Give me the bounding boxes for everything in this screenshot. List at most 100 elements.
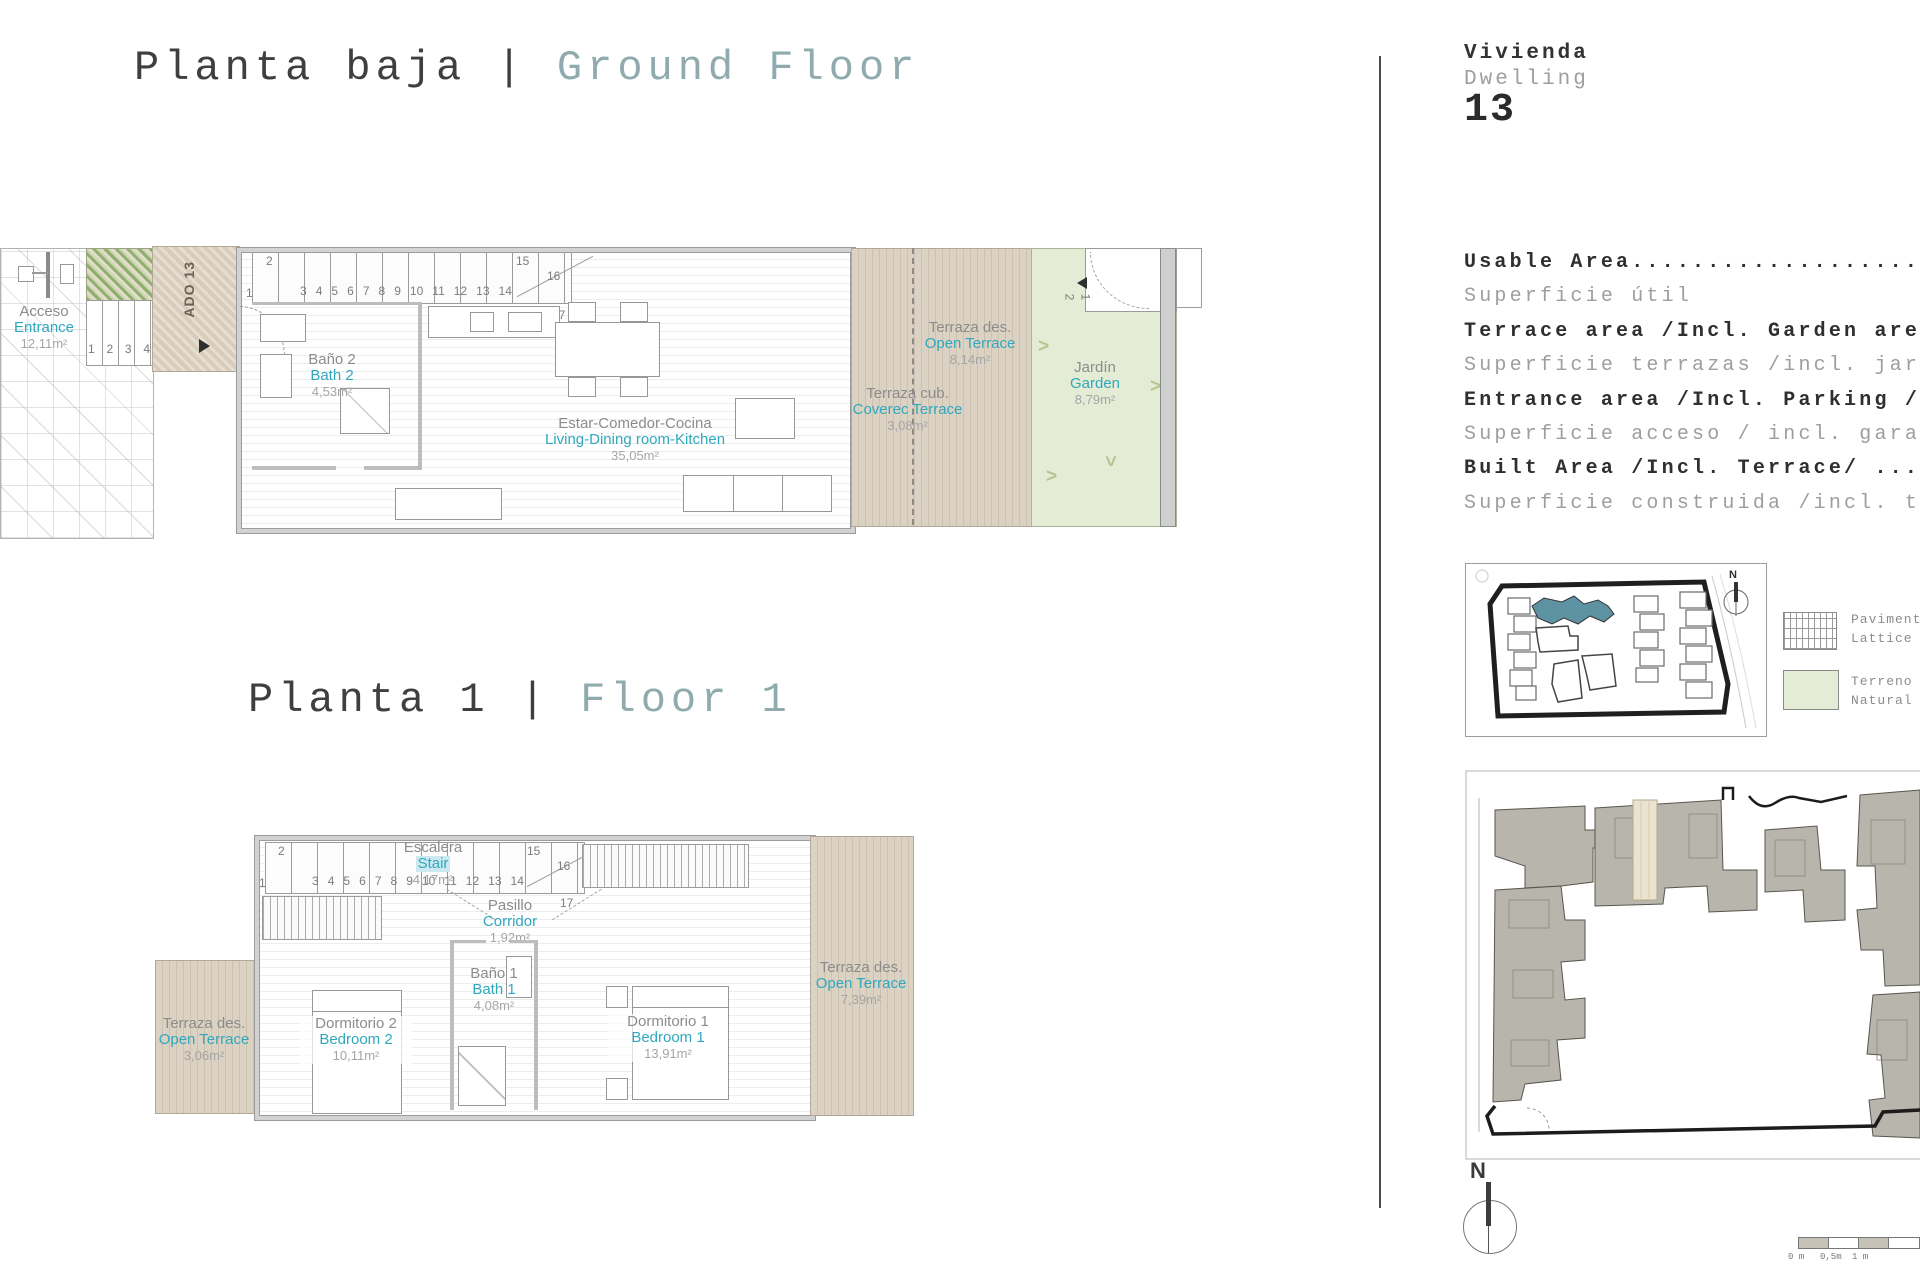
dwelling-number: 13 (1464, 88, 1517, 133)
living-en: Living-Dining room-Kitchen (544, 431, 726, 448)
label-bath2: Baño 2 Bath 2 4,53m² (272, 352, 392, 400)
label-acceso: Acceso Entrance 12,11m² (2, 304, 86, 352)
dorm2-en: Bedroom 2 (319, 1031, 393, 1048)
dining-chair (568, 302, 596, 322)
wardrobe-bedroom1 (582, 844, 749, 888)
boundary-wall (1160, 248, 1176, 527)
bath1-area: 4,08m² (473, 998, 515, 1013)
dorm2-area: 10,11m² (332, 1048, 380, 1063)
label-corridor: Pasillo Corridor 1,92m² (460, 898, 560, 946)
garden-step-arrow-icon (1077, 277, 1087, 289)
acceso-es: Acceso (19, 303, 69, 320)
area-row-en: Entrance area /Incl. Parking /.......... (1464, 388, 1920, 412)
title-floor1-es: Planta 1 (248, 676, 490, 724)
dwelling-label-es: Vivienda (1464, 42, 1589, 65)
neighbor-fragment (1176, 248, 1202, 308)
dorm1-es: Dormitorio 1 (627, 1013, 709, 1030)
sideboard (395, 488, 502, 520)
stair-num-2: 2 (266, 254, 273, 268)
dorm2-es: Dormitorio 2 (315, 1015, 397, 1032)
scale-label-1: 1 m (1852, 1252, 1869, 1262)
highlighted-building (1531, 595, 1615, 625)
garden-arrow-icon: > (1038, 336, 1050, 357)
bath2-washbasin (260, 314, 306, 342)
dining-chair (620, 377, 648, 397)
area-row-en: Built Area /Incl. Terrace/ ............. (1464, 457, 1920, 481)
acceso-en: Entrance (13, 319, 75, 336)
area-row: Built Area /Incl. Terrace/ .............… (1464, 452, 1920, 521)
label-terrace-left: Terraza des. Open Terrace 3,06m² (150, 1016, 258, 1064)
escalera-es: Escalera (403, 839, 463, 856)
terrace-right-en: Open Terrace (815, 975, 907, 992)
bath2-area: 4,53m² (311, 384, 353, 399)
bath1-wall-top-a (450, 940, 486, 943)
scale-label-0: 0 m (1788, 1252, 1805, 1262)
title-floor1-en: Floor 1 (580, 676, 792, 724)
bath2-wall-bottom-b (364, 466, 422, 470)
dorm1-area: 13,91m² (644, 1046, 692, 1061)
dorm1-en: Bedroom 1 (631, 1029, 705, 1046)
legend-lattice-text: Pavimento Lattice (1851, 610, 1920, 648)
area-row-es: Superficie acceso / incl. garaje / (1464, 423, 1920, 447)
bath1-shower (458, 1046, 506, 1106)
escalera-en: Stair (415, 855, 451, 872)
ado-strip: ADO 13 (152, 246, 240, 372)
title-floor1: Planta 1 | Floor 1 (248, 676, 792, 724)
site-north-label: N (1470, 1158, 1486, 1183)
garden-arrow-icon: > (1099, 455, 1121, 467)
terraza-cub-es: Terraza cub. (866, 385, 949, 402)
area-row-es: Superficie útil (1464, 285, 1693, 309)
compass-needle-top (1486, 1182, 1491, 1226)
title-separator: | (496, 44, 527, 92)
jardin-es: Jardín (1074, 359, 1116, 376)
legend-natural-line2: Natural (1851, 693, 1913, 708)
label-covered-terrace: Terraza cub. Coverec Terrace 3,08m² (845, 386, 970, 434)
sofa (683, 475, 832, 512)
area-row-es: Superficie terrazas /incl. jardín/ (1464, 354, 1920, 378)
area-row-en: Terrace area /Incl. Garden area/ ....... (1464, 319, 1920, 343)
dining-chair (620, 302, 648, 322)
label-garden: Jardín Garden 8,79m² (1040, 360, 1150, 408)
planting-lattice (86, 248, 154, 302)
area-row-es: Superficie construida /incl. terraza/ (1464, 491, 1920, 515)
living-es: Estar-Comedor-Cocina (558, 415, 712, 432)
pasillo-area: 1,92m² (489, 930, 531, 945)
bath1-es: Baño 1 (470, 965, 518, 982)
label-bedroom1: Dormitorio 1 Bedroom 1 13,91m² (608, 1014, 728, 1062)
terrace-left-area: 3,06m² (183, 1048, 225, 1063)
terraza-des-en: Open Terrace (924, 335, 1016, 352)
kitchen-sink (470, 312, 494, 332)
area-row: Entrance area /Incl. Parking /..........… (1464, 384, 1920, 453)
stair-num-15: 15 (516, 254, 530, 268)
terraza-cub-area: 3,08m² (887, 418, 928, 433)
area-row: Terrace area /Incl. Garden area/ .......… (1464, 315, 1920, 384)
panel-divider (1379, 56, 1381, 1208)
f1-stair-num-15: 15 (527, 844, 541, 858)
gate-fixture (18, 266, 34, 282)
garden-arrow-icon: > (1046, 466, 1058, 487)
label-bedroom2: Dormitorio 2 Bedroom 2 10,11m² (300, 1016, 412, 1064)
legend-natural-text: Terreno Natural (1851, 672, 1913, 710)
floor1-plan: Terraza des. Open Terrace 3,06m² 2 1 345… (150, 828, 922, 1140)
areas-list: Usable Area.............................… (1464, 246, 1920, 521)
jardin-en: Garden (1069, 375, 1121, 392)
legend-lattice-line2: Lattice (1851, 631, 1913, 646)
bath2-en: Bath 2 (310, 367, 354, 384)
bath1-en: Bath 1 (472, 981, 516, 998)
wardrobe-bedroom2 (262, 896, 382, 940)
bath2-wall-bottom-a (252, 466, 336, 470)
site-plan (1465, 770, 1920, 1162)
stair-num-1: 1 (246, 286, 253, 300)
legend-swatch-lattice (1783, 612, 1837, 650)
gate-rail (32, 272, 48, 274)
entrance-steps (86, 300, 154, 366)
legend-natural-line1: Terreno (1851, 674, 1913, 689)
label-bath1: Baño 1 Bath 1 4,08m² (450, 966, 538, 1014)
nightstand (606, 986, 628, 1008)
living-area: 35,05m² (611, 448, 659, 463)
dining-chair (568, 377, 596, 397)
pasillo-en: Corridor (482, 913, 538, 930)
f1-stair-num-1: 1 (259, 876, 266, 890)
stair-run-numbers: 3 4 5 6 7 8 9 10 11 12 13 14 (300, 284, 512, 298)
title-ground-en: Ground Floor (556, 44, 920, 92)
